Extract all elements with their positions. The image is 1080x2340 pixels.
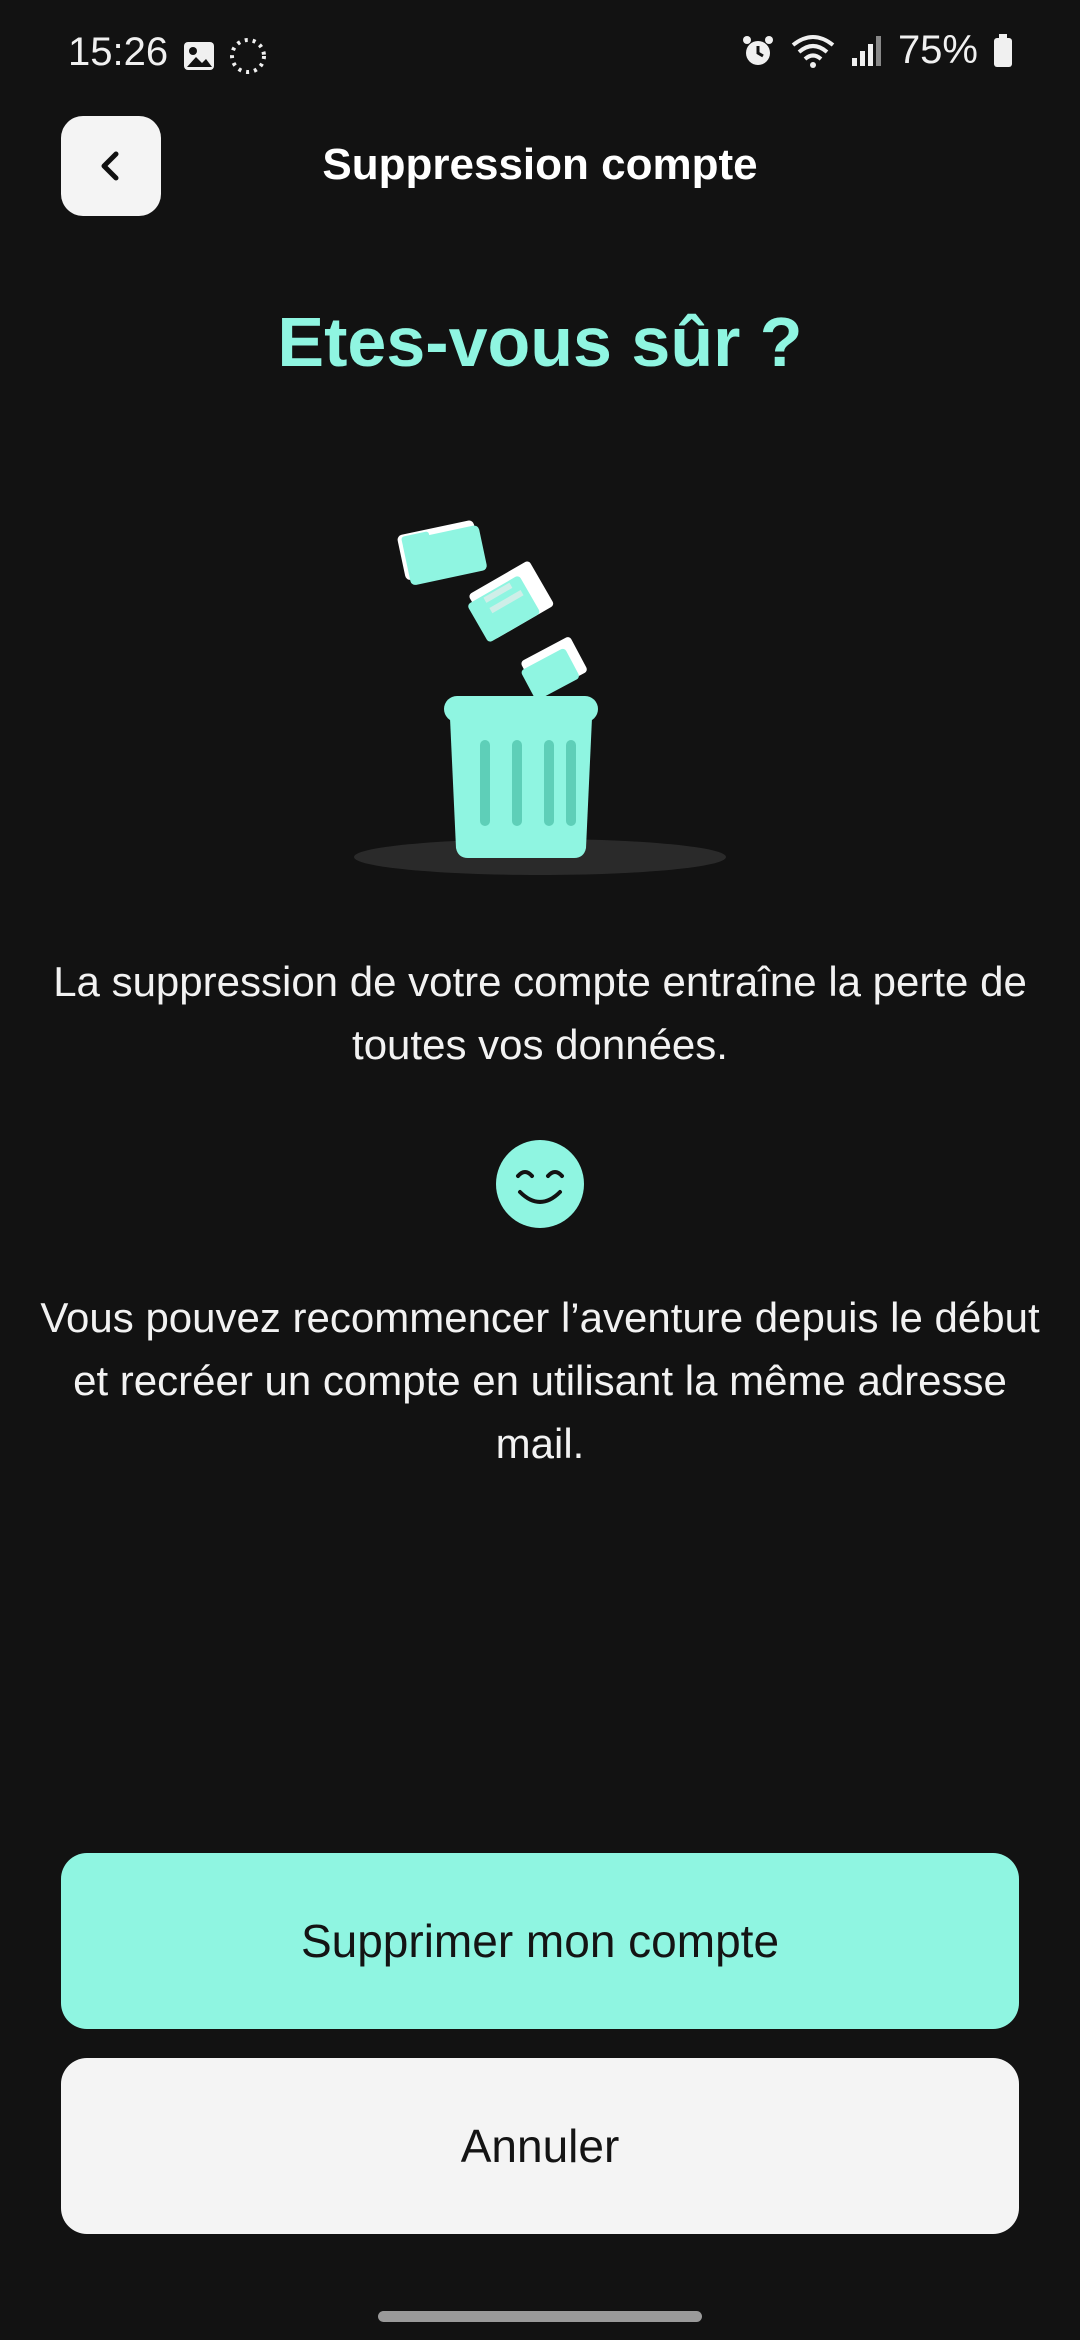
image-icon: [184, 42, 214, 70]
status-right-icons: 75%: [740, 28, 1014, 73]
page-title: Suppression compte: [322, 140, 758, 189]
signal-icon: [851, 35, 881, 66]
loading-icon: [230, 38, 266, 74]
home-indicator[interactable]: [378, 2311, 702, 2322]
trash-can-illustration: [354, 520, 726, 875]
screen: 15:26 75% Suppression compte Etes-vous s…: [0, 0, 1080, 2340]
status-bar: 15:26 75%: [0, 0, 1080, 108]
battery-icon: [994, 33, 1012, 67]
wifi-icon: [791, 34, 835, 68]
battery-percentage: 75%: [897, 28, 978, 72]
warning-text: La suppression de votre compte entraîne …: [53, 958, 1027, 1068]
delete-account-button[interactable]: Supprimer mon compte: [61, 1853, 1019, 2029]
alarm-icon: [742, 35, 773, 65]
status-left-icons: [182, 36, 268, 76]
smiley-icon: [496, 1140, 584, 1228]
info-text: Vous pouvez recommencer l’aventure depui…: [40, 1294, 1040, 1467]
status-time: 15:26: [68, 30, 169, 74]
cancel-button[interactable]: Annuler: [61, 2058, 1019, 2234]
confirmation-heading: Etes-vous sûr ?: [277, 303, 803, 381]
